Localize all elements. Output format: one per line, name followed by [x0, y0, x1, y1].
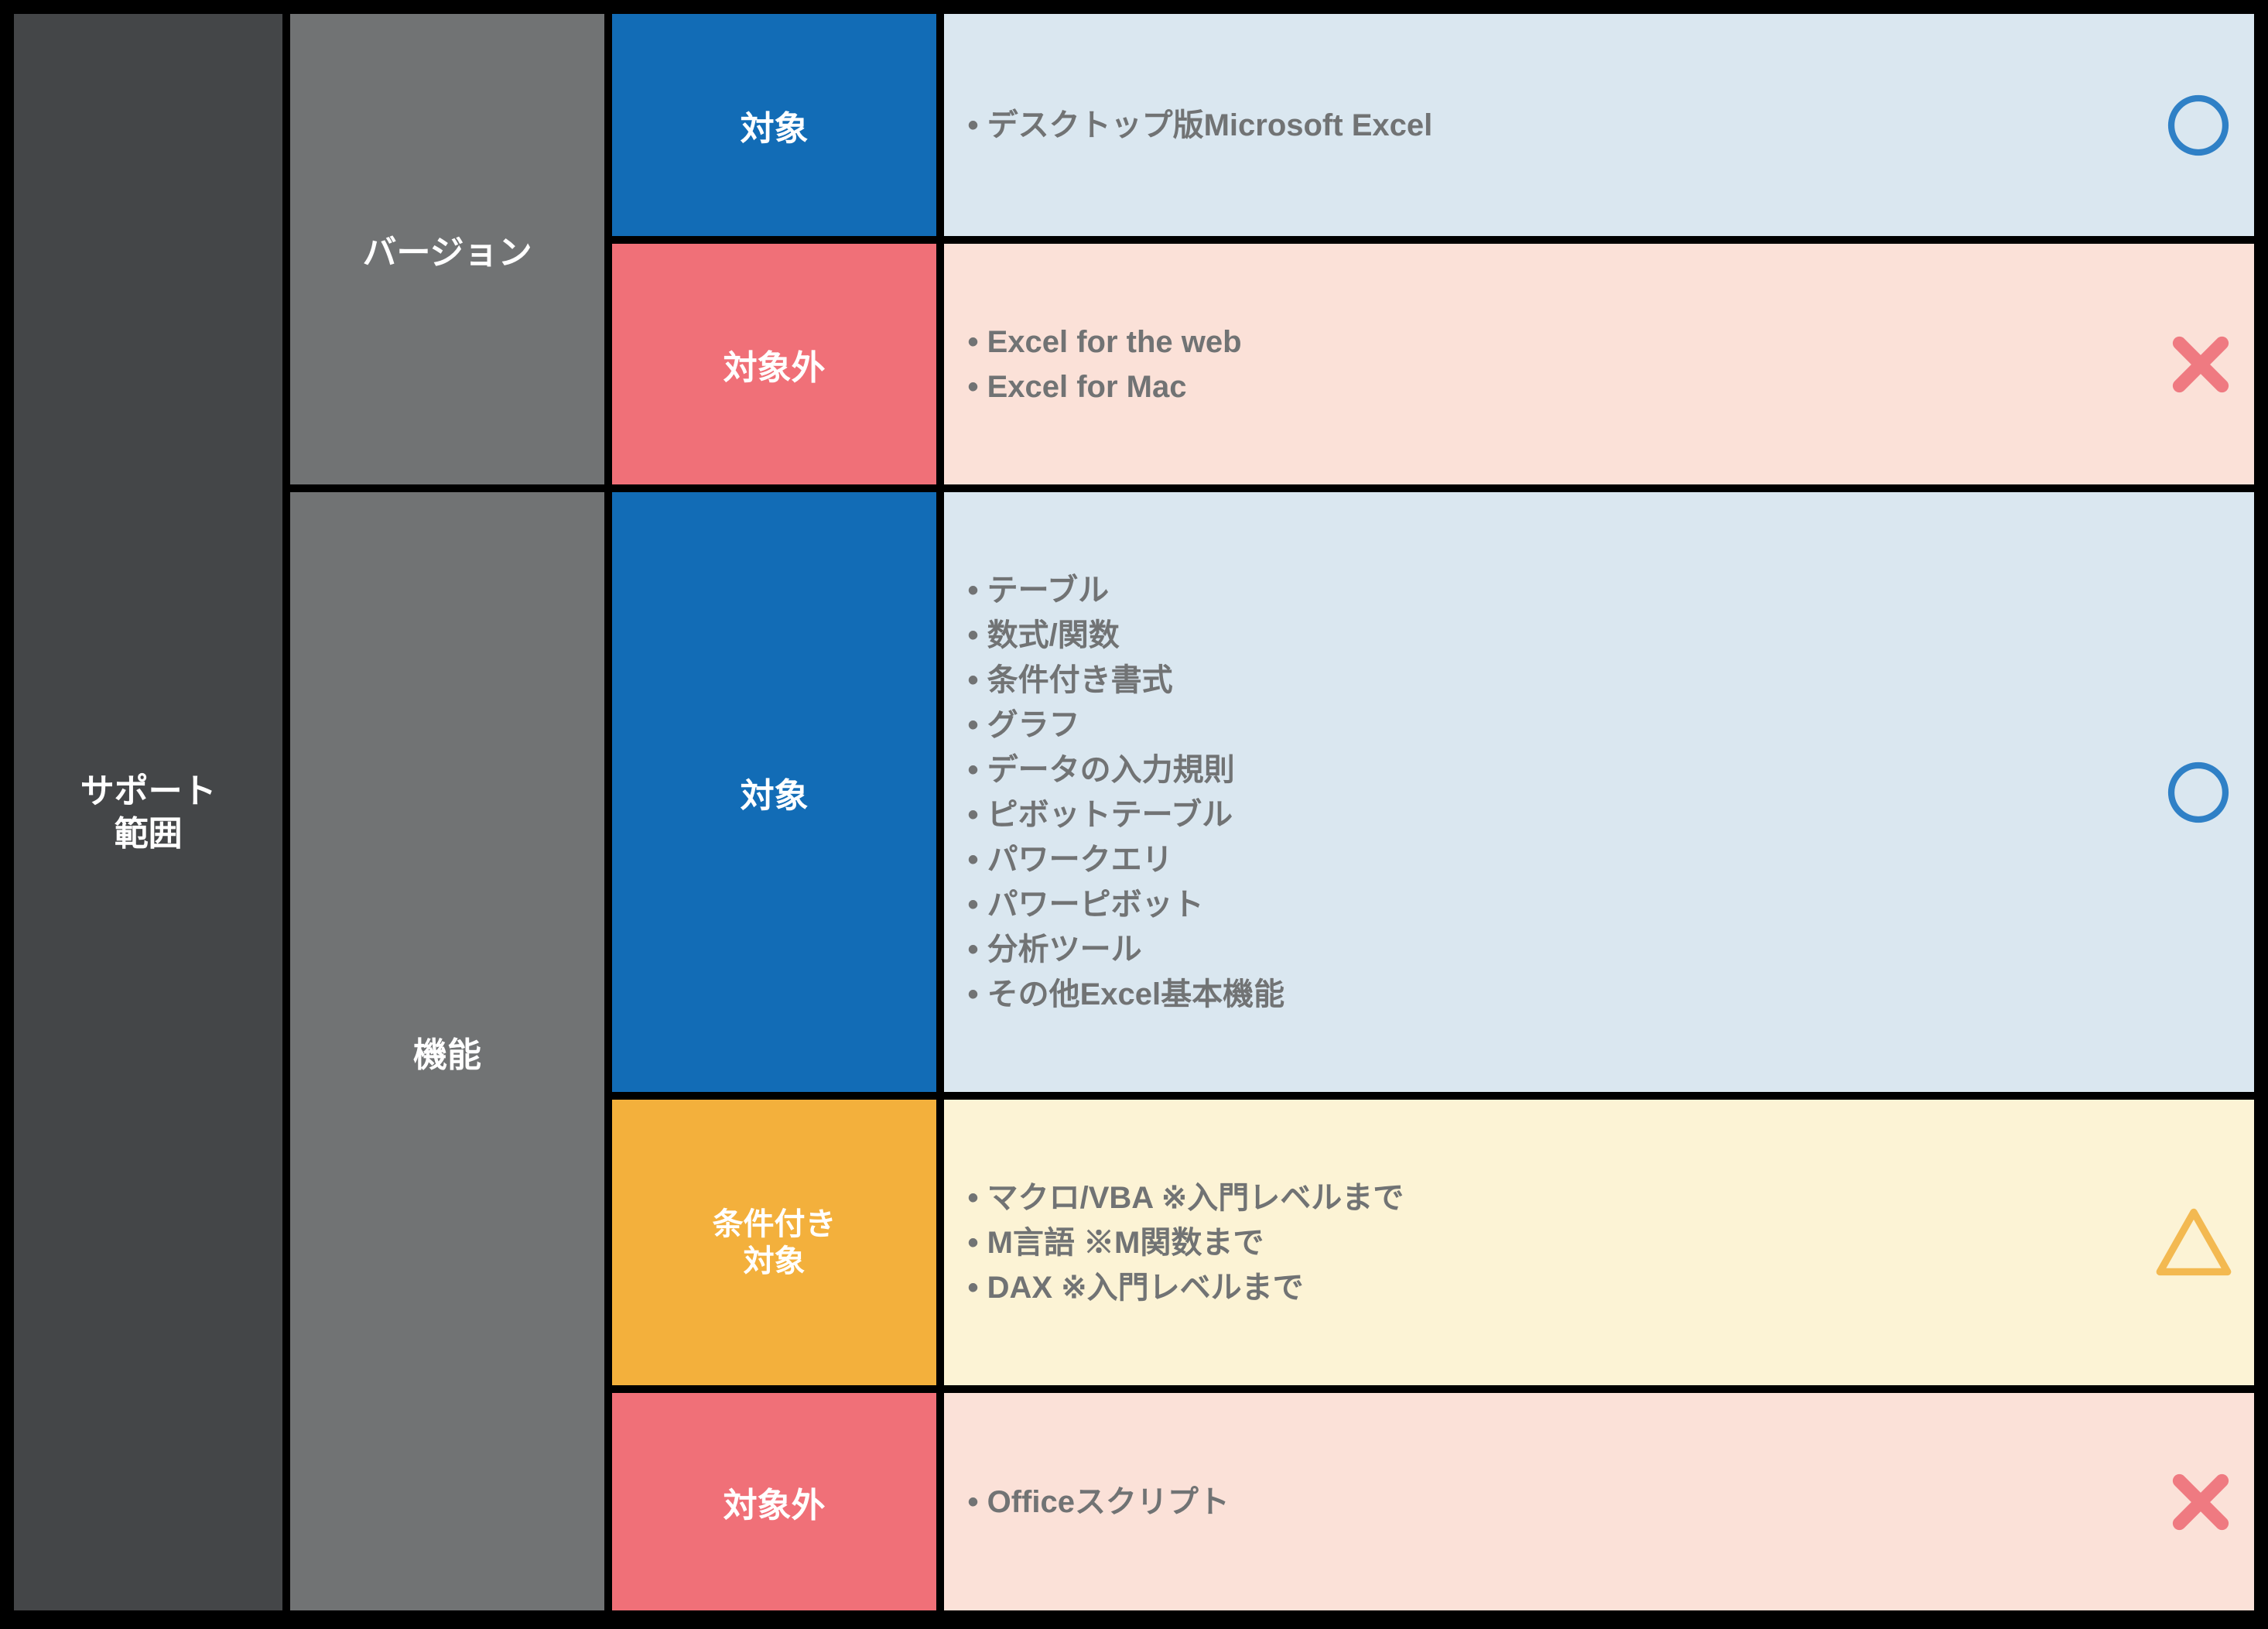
group-header-version: バージョン [290, 14, 604, 484]
list-item: M言語 ※M関数まで [967, 1220, 1404, 1265]
item-list: テーブル数式/関数条件付き書式グラフデータの入力規則ピボットテーブルパワークエリ… [967, 568, 1285, 1017]
support-scope-table: サポート範囲 バージョン 機能 対象 対象外 対象 条件付き対象 対象外 デスク… [0, 0, 2268, 1629]
content-version-out: Excel for the webExcel for Mac [944, 244, 2254, 484]
list-item: その他Excel基本機能 [967, 972, 1285, 1017]
list-item: 条件付き書式 [967, 658, 1285, 703]
group-header-feature-text: 機能 [413, 1027, 481, 1076]
list-item: パワーピボット [967, 882, 1285, 927]
list-item: パワークエリ [967, 837, 1285, 882]
list-item: グラフ [967, 703, 1285, 748]
status-label-feature-out: 対象外 [612, 1393, 937, 1610]
list-item: 数式/関数 [967, 613, 1285, 658]
cross-icon [2167, 331, 2234, 398]
circle-icon [2163, 90, 2234, 161]
circle-icon [2163, 757, 2234, 828]
group-header-version-text: バージョン [362, 224, 532, 274]
content-feature-in: テーブル数式/関数条件付き書式グラフデータの入力規則ピボットテーブルパワークエリ… [944, 492, 2254, 1092]
list-item: マクロ/VBA ※入門レベルまで [967, 1176, 1404, 1220]
status-label-feature-in: 対象 [612, 492, 937, 1092]
list-item: ピボットテーブル [967, 792, 1285, 837]
content-version-in: デスクトップ版Microsoft Excel [944, 14, 2254, 236]
status-label-version-out: 対象外 [612, 244, 937, 484]
list-item: テーブル [967, 568, 1285, 613]
cross-icon [2167, 1469, 2234, 1535]
list-item: DAX ※入門レベルまで [967, 1265, 1404, 1310]
status-label-version-in: 対象 [612, 14, 937, 236]
triangle-icon [2153, 1203, 2234, 1283]
list-item: Officeスクリプト [967, 1480, 1229, 1525]
content-feature-out: Officeスクリプト [944, 1393, 2254, 1610]
content-feature-cond: マクロ/VBA ※入門レベルまでM言語 ※M関数までDAX ※入門レベルまで [944, 1100, 2254, 1385]
item-list: Officeスクリプト [967, 1480, 1229, 1525]
scope-header-text: サポート範囲 [80, 770, 217, 855]
group-header-feature: 機能 [290, 492, 604, 1610]
list-item: Excel for the web [967, 320, 1241, 364]
list-item: Excel for Mac [967, 364, 1241, 409]
item-list: Excel for the webExcel for Mac [967, 320, 1241, 409]
status-label-feature-cond: 条件付き対象 [612, 1100, 937, 1385]
list-item: 分析ツール [967, 927, 1285, 972]
list-item: デスクトップ版Microsoft Excel [967, 103, 1432, 148]
item-list: マクロ/VBA ※入門レベルまでM言語 ※M関数までDAX ※入門レベルまで [967, 1176, 1404, 1310]
list-item: データの入力規則 [967, 748, 1285, 792]
scope-header: サポート範囲 [14, 14, 282, 1610]
item-list: デスクトップ版Microsoft Excel [967, 103, 1432, 148]
